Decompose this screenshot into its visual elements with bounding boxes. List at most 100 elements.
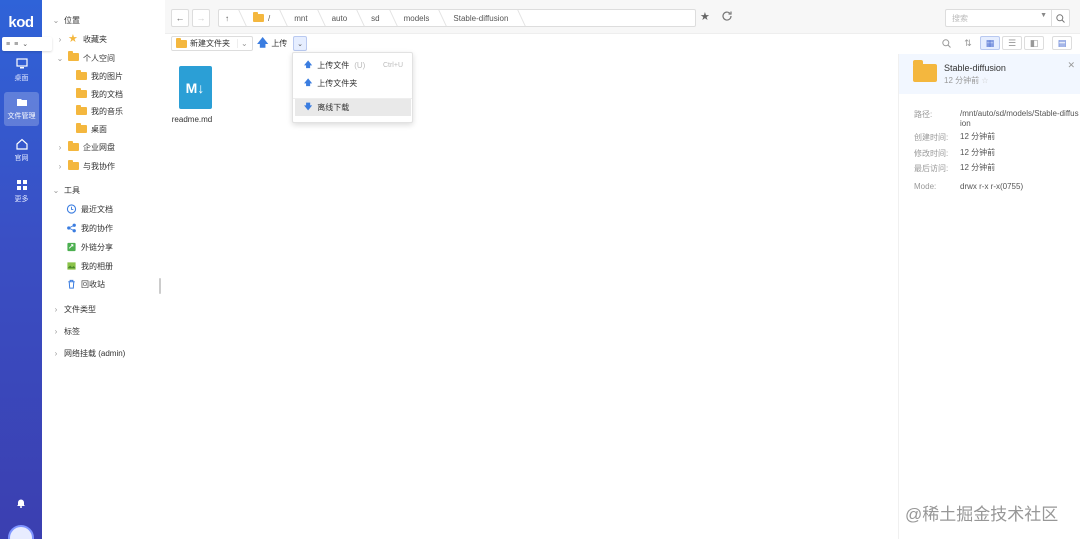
view-split-mode[interactable]: ◧	[1024, 36, 1044, 50]
breadcrumb-label: models	[403, 13, 430, 23]
tree-section-tools[interactable]: ⌄ 工具	[52, 182, 80, 198]
app-rail: kod ≡ ≡ ⌄ 桌面 文件管理 官网 更多	[0, 0, 52, 539]
menu-item-upload-file[interactable]: 🡅 上传文件 (U) Ctrl+U	[295, 57, 411, 74]
tree-item-favorites[interactable]: › ★ 收藏夹	[56, 31, 107, 47]
tree-item-desktop[interactable]: 桌面	[76, 121, 107, 137]
folder-icon	[68, 160, 79, 170]
rail-item-file-manager[interactable]: 文件管理	[4, 92, 39, 126]
rail-item-label: 文件管理	[7, 113, 36, 120]
rail-item-label: 桌面	[14, 75, 29, 82]
info-row-accessed: 最后访问: 12 分钟前	[914, 163, 1080, 174]
markdown-file-icon: M↓	[178, 66, 212, 109]
tree-section-tags[interactable]: › 标签	[52, 323, 80, 339]
arrow-right-icon: →	[196, 13, 206, 23]
share-nodes-icon	[67, 223, 76, 233]
sort-button[interactable]: ⇅	[958, 36, 978, 50]
tree-item-personal-space[interactable]: ⌄ 个人空间	[56, 50, 115, 66]
tree-item-my-music[interactable]: 我的音乐	[76, 103, 123, 119]
chevron-right-icon: ›	[58, 161, 62, 171]
button-label: 上传	[271, 39, 288, 48]
new-folder-button[interactable]: 新建文件夹 ⌄	[171, 36, 253, 51]
breadcrumb-item[interactable]: sd	[361, 10, 393, 26]
bell-icon[interactable]	[16, 498, 26, 508]
arrow-up-icon: ↑	[225, 13, 229, 23]
chevron-right-icon: ›	[58, 34, 62, 44]
breadcrumb-label: Stable-diffusion	[453, 13, 509, 23]
tree-item-collab-with-me[interactable]: › 与我协作	[56, 158, 115, 174]
tree-item-recycle-bin[interactable]: 回收站	[66, 276, 105, 292]
menu-switch[interactable]: ≡ ≡ ⌄	[2, 37, 52, 51]
action-toolbar: 新建文件夹 ⌄ 🡅 上传 ⌄ ⇅ ▦ ☰ ◧ ▤	[165, 34, 1080, 54]
refresh-icon[interactable]	[721, 10, 733, 22]
breadcrumb-item[interactable]: Stable-diffusion	[443, 10, 522, 26]
rail-item-desktop[interactable]: 桌面	[4, 54, 39, 88]
upload-dropdown-toggle[interactable]: ⌄	[293, 36, 307, 51]
tree-scrollbar[interactable]	[159, 278, 161, 294]
tree-section-file-types[interactable]: › 文件类型	[52, 301, 96, 317]
menu-item-label: 离线下载	[317, 103, 350, 112]
clock-icon	[66, 204, 77, 214]
back-button[interactable]: ←	[171, 9, 189, 27]
info-label: 修改时间:	[914, 149, 949, 158]
tree-label: 个人空间	[83, 53, 115, 63]
breadcrumb-up[interactable]: ↑	[219, 10, 243, 26]
breadcrumb-item[interactable]: mnt	[284, 10, 321, 26]
trash-icon	[68, 279, 75, 289]
info-header: Stable-diffusion 12 分钟前 ☆ ✕	[899, 54, 1080, 94]
folder-icon	[16, 99, 27, 106]
tree-item-my-pictures[interactable]: 我的图片	[76, 68, 123, 84]
chevron-down-icon: ⌄	[22, 41, 29, 48]
tree-item-link-share[interactable]: 外链分享	[66, 239, 113, 255]
address-bar[interactable]: ↑ / mnt auto sd models Stable-diffusion	[218, 9, 696, 27]
tree-item-my-collab[interactable]: 我的协作	[66, 220, 113, 236]
breadcrumb-item[interactable]: models	[394, 10, 444, 26]
tree-item-recent-docs[interactable]: 最近文档	[66, 201, 113, 217]
image-icon	[67, 262, 76, 270]
chevron-down-icon: ⌄	[56, 53, 64, 63]
star-icon[interactable]: ☆	[981, 76, 988, 85]
close-icon[interactable]: ✕	[1067, 60, 1075, 71]
file-item[interactable]: M↓ readme.md	[172, 66, 217, 124]
search-placeholder: 搜索	[952, 13, 968, 23]
tree-section-location[interactable]: ⌄ 位置	[52, 12, 80, 28]
tree-item-my-album[interactable]: 我的相册	[66, 258, 113, 274]
menu-item-label: 上传文件夹	[317, 79, 358, 88]
rail-item-website[interactable]: 官网	[4, 134, 39, 168]
avatar[interactable]	[8, 525, 34, 539]
info-row-mode: Mode: drwx r-x r-x(0755)	[914, 182, 1080, 192]
tree-label: 桌面	[91, 124, 107, 134]
chevron-right-icon: ›	[54, 304, 58, 314]
zoom-button[interactable]	[936, 36, 956, 50]
toggle-info-panel[interactable]: ▤	[1052, 36, 1072, 50]
info-value: drwx r-x r-x(0755)	[960, 182, 1024, 191]
list-view-icon: ☰	[1007, 37, 1017, 48]
sort-icon: ⇅	[964, 37, 972, 48]
menu-item-offline-download[interactable]: 🡇 离线下载	[295, 99, 411, 116]
search-button[interactable]	[1051, 10, 1069, 26]
view-icon-mode[interactable]: ▦	[980, 36, 1000, 50]
caret-down-icon[interactable]: ▼	[1040, 12, 1047, 19]
info-value: 12 分钟前	[960, 148, 996, 157]
view-list-mode[interactable]: ☰	[1002, 36, 1022, 50]
folder-icon	[68, 141, 79, 151]
tree-item-my-documents[interactable]: 我的文档	[76, 86, 123, 102]
breadcrumb-label: /	[268, 13, 271, 23]
forward-button[interactable]: →	[192, 9, 210, 27]
star-icon[interactable]: ★	[700, 10, 710, 23]
info-title: Stable-diffusion	[944, 63, 1006, 73]
info-row-created: 创建时间: 12 分钟前	[914, 132, 1080, 143]
upload-icon: 🡅	[304, 59, 313, 69]
chevron-down-icon[interactable]: ⌄	[237, 39, 248, 48]
chevron-right-icon: ›	[54, 326, 58, 336]
upload-button[interactable]: 🡅 上传	[253, 36, 291, 51]
menu-item-upload-folder[interactable]: 🡅 上传文件夹	[295, 75, 411, 92]
search-input[interactable]: 搜索 ▼	[945, 9, 1070, 27]
rail-item-more[interactable]: 更多	[4, 175, 39, 209]
breadcrumb-item[interactable]: auto	[322, 10, 362, 26]
list-icon: ≡	[6, 40, 11, 48]
tree-section-network-mount[interactable]: › 网络挂载 (admin)	[52, 345, 126, 361]
tree-label: 我的相册	[81, 261, 113, 271]
tree-item-enterprise-disk[interactable]: › 企业网盘	[56, 139, 115, 155]
breadcrumb-root[interactable]: /	[243, 10, 284, 26]
tree-label: 收藏夹	[83, 34, 107, 44]
